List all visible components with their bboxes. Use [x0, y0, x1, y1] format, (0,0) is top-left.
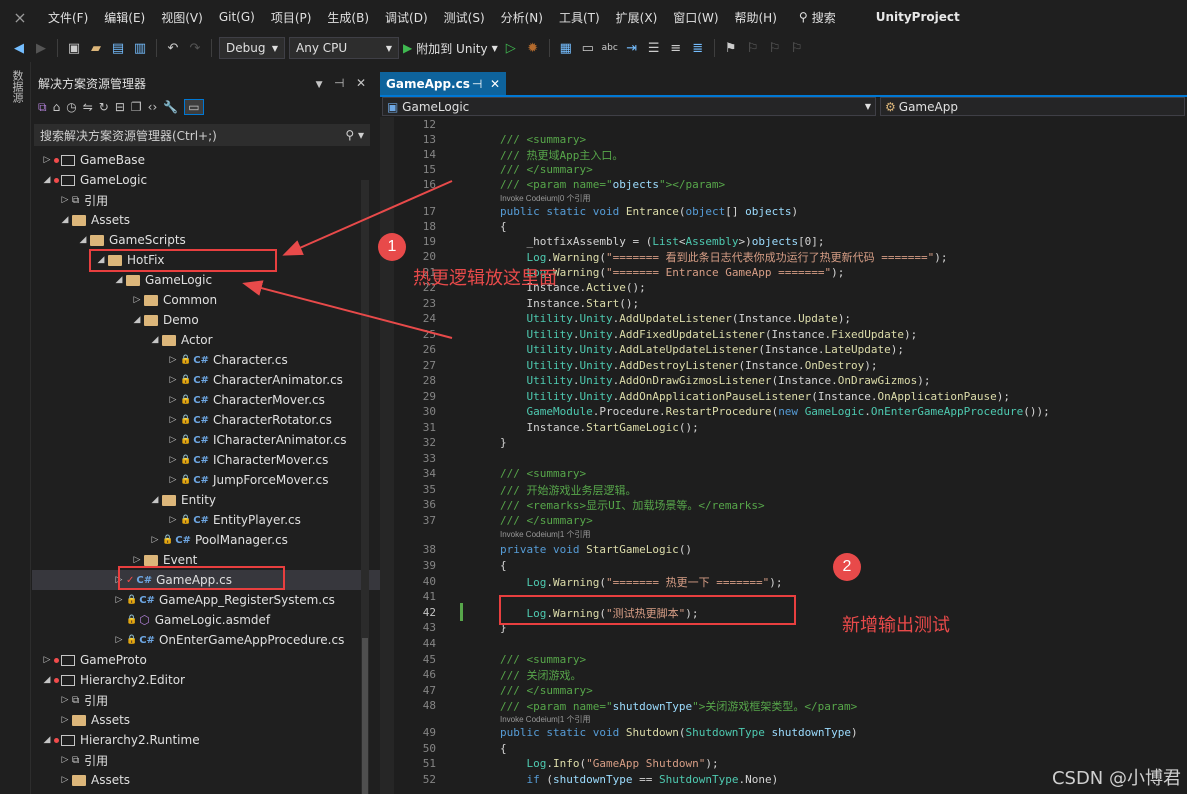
annotation-badge-1: 1	[378, 233, 406, 261]
watermark: CSDN @小博君	[1051, 768, 1181, 789]
arrow-to-hotfix	[282, 180, 453, 256]
annotation-text-2: 新增输出测试	[842, 615, 950, 636]
annotation-text-1: 热更逻辑放这里面	[413, 268, 557, 289]
annotation-badge-2: 2	[833, 553, 861, 581]
annotation-arrows	[242, 180, 453, 339]
arrow-to-gamelogic	[242, 280, 453, 339]
